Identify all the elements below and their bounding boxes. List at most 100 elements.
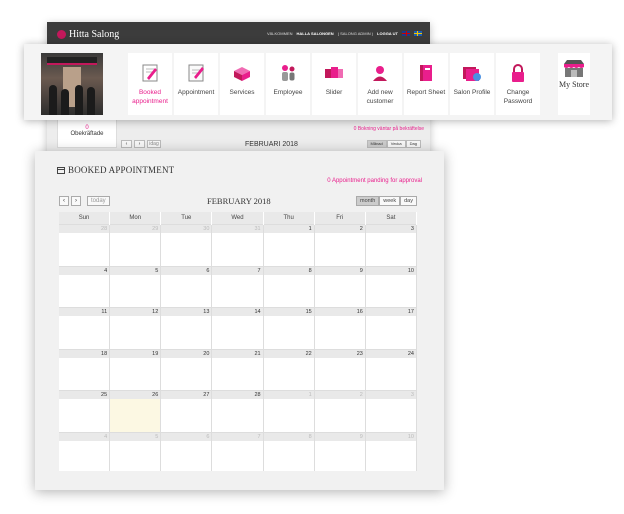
bg-top-links: VÄLKOMMEN HALLA SALONGEN ( SALONG ADMIN … — [267, 31, 422, 36]
calendar-day-cell[interactable]: 8 — [263, 432, 315, 471]
booked-appointment-panel: BOOKED APPOINTMENT 0 Appointment panding… — [35, 151, 444, 490]
nav-label: Change Password — [503, 89, 533, 105]
bg-logo[interactable]: Hitta Salong — [57, 29, 119, 40]
bg-view-buttons: Månad Vecka Dag — [366, 140, 421, 148]
calendar-day-cell[interactable]: 3 — [365, 391, 417, 433]
my-store-label: My Store — [559, 80, 589, 89]
clipboard-pencil-icon — [142, 64, 158, 82]
calendar-day-cell[interactable]: 28 — [59, 225, 111, 267]
calendar-day-cell[interactable]: 7 — [212, 266, 264, 308]
logo-mark-icon — [57, 30, 66, 39]
calendar-day-cell[interactable]: 5 — [110, 266, 162, 308]
calendar-day-cell[interactable]: 25 — [59, 391, 111, 433]
calendar-day-cell[interactable]: 5 — [110, 432, 162, 471]
calendar-day-cell[interactable]: 7 — [212, 432, 264, 471]
person-figure — [61, 89, 69, 115]
calendar-day-cell[interactable]: 13 — [161, 308, 213, 350]
today-button[interactable]: today — [87, 196, 110, 206]
people-icon — [282, 65, 295, 81]
day-number: 28 — [212, 391, 263, 399]
nav-label: Employee — [273, 89, 303, 96]
calendar-day-cell[interactable]: 10 — [365, 266, 417, 308]
bg-prev-button[interactable]: ‹ — [121, 140, 132, 148]
bg-next-button[interactable]: › — [134, 140, 145, 148]
month-calendar: Sun Mon Tue Wed Thu Fri Sat 28 29 30 31 1 2 3 4… — [59, 212, 417, 471]
day-number: 4 — [59, 266, 110, 275]
nav-appointment[interactable]: Appointment — [174, 53, 218, 115]
calendar-day-cell[interactable]: 15 — [263, 308, 315, 350]
uk-flag-icon[interactable] — [402, 31, 410, 36]
day-number: 30 — [161, 225, 212, 233]
nav-add-new-customer[interactable]: Add new customer — [358, 53, 402, 115]
calendar-day-cell[interactable]: 6 — [161, 432, 213, 471]
nav-slider[interactable]: Slider — [312, 53, 356, 115]
calendar-day-cell[interactable]: 4 — [59, 266, 111, 308]
next-month-button[interactable]: › — [71, 196, 81, 206]
calendar-day-cell[interactable]: 11 — [59, 308, 111, 350]
calendar-day-cell[interactable]: 2 — [314, 391, 366, 433]
nav-label: Report Sheet — [406, 89, 446, 96]
calendar-day-cell[interactable]: 14 — [212, 308, 264, 350]
prev-month-button[interactable]: ‹ — [59, 196, 69, 206]
nav-report-sheet[interactable]: Report Sheet — [404, 53, 448, 115]
calendar-day-cell[interactable]: 2 — [314, 225, 366, 267]
nav-label: Salon Profile — [453, 89, 491, 96]
calendar-day-cell[interactable]: 10 — [365, 432, 417, 471]
nav-salon-profile[interactable]: Salon Profile — [450, 53, 494, 115]
calendar-day-cell[interactable]: 28 — [212, 391, 264, 433]
calendar-day-cell[interactable]: 31 — [212, 225, 264, 267]
nav-services[interactable]: Services — [220, 53, 264, 115]
view-day-button[interactable]: day — [400, 196, 417, 206]
nav-employee[interactable]: Employee — [266, 53, 310, 115]
calendar-day-cell[interactable]: 22 — [263, 349, 315, 391]
day-number: 13 — [161, 308, 212, 316]
calendar-day-cell[interactable]: 21 — [212, 349, 264, 391]
calendar-day-cell[interactable]: 4 — [59, 432, 111, 471]
user-icon — [373, 66, 387, 81]
nav-booked-appointment[interactable]: Booked appointment — [128, 53, 172, 115]
bg-view-day[interactable]: Dag — [405, 140, 421, 148]
nav-change-password[interactable]: Change Password — [496, 53, 540, 115]
view-week-button[interactable]: week — [379, 196, 401, 206]
day-number: 22 — [263, 349, 314, 358]
weekday-label: Sat — [366, 212, 417, 225]
day-number: 24 — [365, 349, 416, 358]
calendar-day-cell-today[interactable]: 26 — [110, 391, 162, 433]
weekday-label: Mon — [110, 212, 162, 225]
nav-label: Booked appointment — [132, 89, 168, 105]
calendar-day-cell[interactable]: 3 — [365, 225, 417, 267]
calendar-day-cell[interactable]: 24 — [365, 349, 417, 391]
calendar-day-cell[interactable]: 20 — [161, 349, 213, 391]
calendar-day-cell[interactable]: 9 — [314, 266, 366, 308]
person-figure — [87, 87, 95, 115]
calendar-day-cell[interactable]: 16 — [314, 308, 366, 350]
calendar-day-cell[interactable]: 29 — [110, 225, 162, 267]
bg-today-button[interactable]: idag — [147, 140, 161, 148]
calendar-day-cell[interactable]: 6 — [161, 266, 213, 308]
day-number: 5 — [110, 432, 161, 441]
bg-view-week[interactable]: Vecka — [386, 140, 406, 148]
calendar-day-cell[interactable]: 23 — [314, 349, 366, 391]
bg-logout-link[interactable]: LOGGA UT — [377, 31, 398, 36]
calendar-day-cell[interactable]: 12 — [110, 308, 162, 350]
bg-unconfirmed-stat: 0 Obekräftade — [57, 118, 117, 148]
calendar-day-cell[interactable]: 19 — [110, 349, 162, 391]
calendar-day-cell[interactable]: 1 — [263, 391, 315, 433]
calendar-day-cell[interactable]: 30 — [161, 225, 213, 267]
day-number: 6 — [161, 266, 212, 275]
calendar-day-cell[interactable]: 1 — [263, 225, 315, 267]
calendar-day-cell[interactable]: 18 — [59, 349, 111, 391]
day-number: 7 — [212, 266, 263, 275]
my-store-button[interactable]: My Store — [558, 53, 590, 115]
weekday-label: Tue — [161, 212, 213, 225]
day-number: 8 — [263, 266, 314, 275]
weekday-label: Fri — [315, 212, 366, 225]
calendar-day-cell[interactable]: 8 — [263, 266, 315, 308]
calendar-day-cell[interactable]: 9 — [314, 432, 366, 471]
bg-view-month[interactable]: Månad — [366, 140, 387, 148]
view-month-button[interactable]: month — [355, 196, 380, 206]
bg-calendar-header: ‹ › idag FEBRUARI 2018 Månad Vecka Dag — [121, 138, 421, 152]
calendar-day-cell[interactable]: 27 — [161, 391, 213, 433]
sweden-flag-icon[interactable] — [414, 31, 422, 36]
calendar-day-cell[interactable]: 17 — [365, 308, 417, 350]
